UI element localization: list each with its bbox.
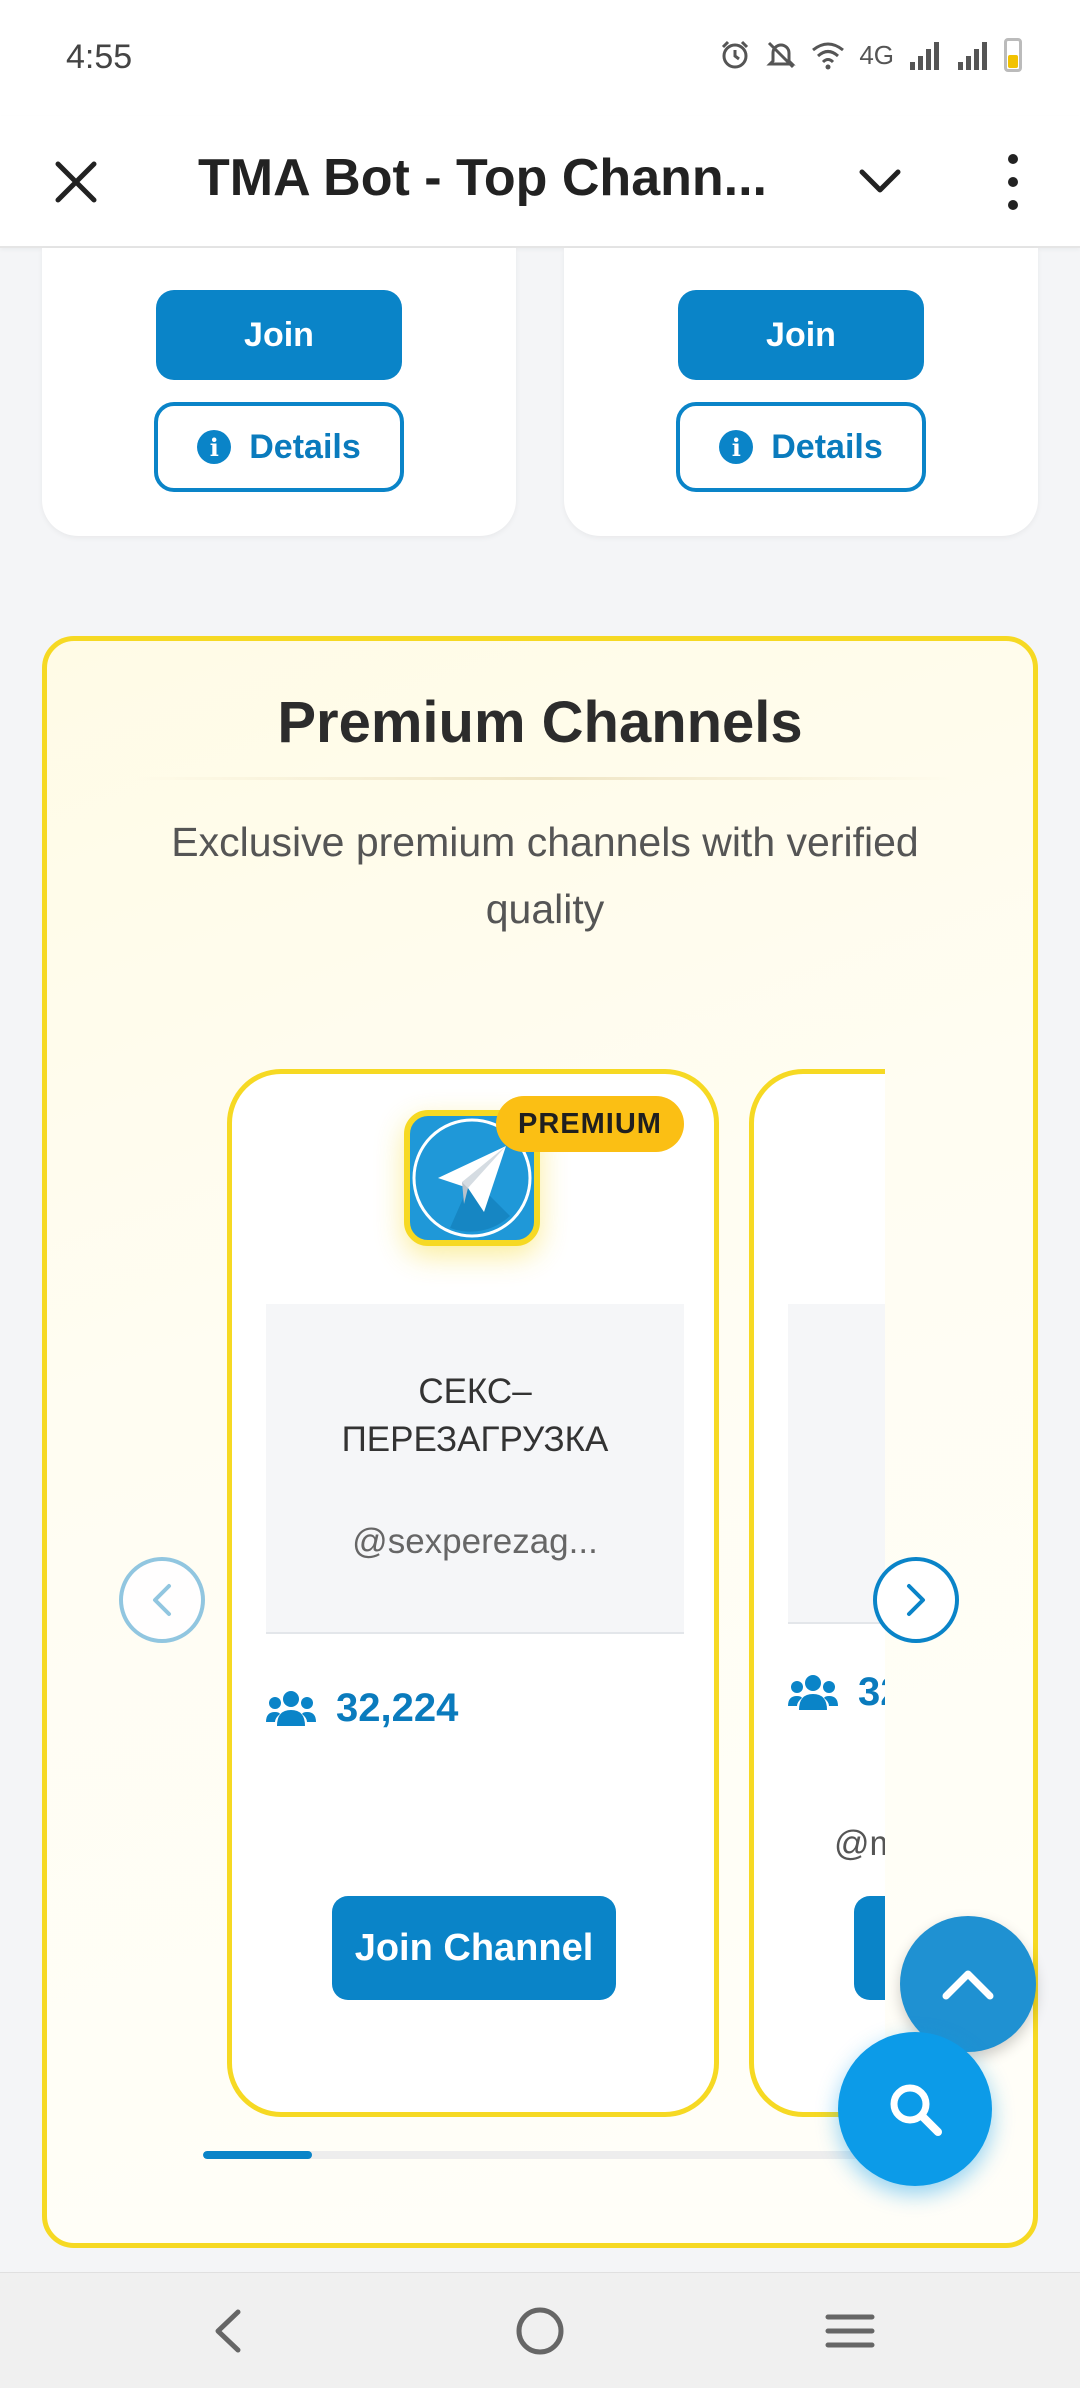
status-icons: 4G	[719, 38, 1022, 72]
signal-icon	[910, 42, 939, 70]
status-time: 4:55	[66, 38, 133, 76]
section-subtitle: Exclusive premium channels with verified…	[171, 819, 919, 932]
signal-icon	[958, 42, 987, 70]
premium-channel-card[interactable]: 32 @m J	[749, 1069, 885, 2117]
search-button[interactable]	[838, 2032, 992, 2186]
wifi-icon	[812, 42, 845, 70]
details-button[interactable]: i Details	[676, 402, 926, 492]
recents-icon	[825, 2314, 875, 2348]
carousel-progress	[203, 2151, 885, 2159]
carousel-prev-button[interactable]	[119, 1557, 205, 1643]
info-icon: i	[719, 430, 754, 464]
member-count: 32	[788, 1670, 885, 1715]
search-icon	[890, 2084, 942, 2136]
section-title: Premium Channels	[277, 690, 803, 755]
back-icon	[215, 2309, 241, 2353]
status-bar: 4:55 4G	[0, 0, 1080, 116]
channel-handle[interactable]: @sexperezag...	[286, 1522, 664, 1562]
details-label: Details	[249, 427, 361, 466]
members-count: 32	[858, 1670, 885, 1714]
channel-info	[788, 1304, 885, 1624]
system-navigation-bar	[0, 2272, 1080, 2388]
join-channel-button[interactable]: Join Channel	[332, 1896, 616, 2000]
channel-handle[interactable]: @m	[834, 1824, 885, 1864]
users-icon	[788, 1674, 838, 1710]
recents-button[interactable]	[820, 2301, 880, 2361]
more-vert-icon	[1008, 154, 1018, 164]
join-button[interactable]: Join	[678, 290, 924, 380]
back-button[interactable]	[198, 2301, 258, 2361]
premium-channels-section: Premium Channels Exclusive premium chann…	[42, 636, 1038, 2248]
details-button[interactable]: i Details	[154, 402, 404, 492]
carousel-next-button[interactable]	[873, 1557, 959, 1643]
network-type: 4G	[859, 39, 894, 70]
premium-badge: PREMIUM	[496, 1096, 684, 1152]
premium-channel-card[interactable]: PREMIUM СЕКС–ПЕРЕЗАГРУЗКА @sexperezag...…	[227, 1069, 719, 2117]
chevron-right-icon	[907, 1584, 925, 1616]
premium-carousel[interactable]: PREMIUM СЕКС–ПЕРЕЗАГРУЗКА @sexperezag...…	[203, 1061, 885, 2151]
alarm-icon	[722, 40, 749, 69]
divider	[135, 777, 955, 780]
member-count: 32,224	[266, 1686, 458, 1731]
join-button[interactable]: Join	[156, 290, 402, 380]
channel-card: Join i Details	[42, 248, 516, 536]
close-button[interactable]	[50, 152, 102, 212]
chevron-up-icon	[942, 1970, 994, 2000]
info-icon: i	[197, 430, 232, 464]
close-icon	[55, 161, 97, 203]
expand-button[interactable]	[856, 162, 904, 202]
chevron-left-icon	[153, 1584, 171, 1616]
home-icon	[516, 2307, 564, 2355]
members-count: 32,224	[336, 1686, 459, 1730]
join-channel-button[interactable]: J	[854, 1896, 885, 2000]
battery-icon	[1004, 38, 1022, 72]
more-options-button[interactable]	[996, 148, 1030, 216]
details-label: Details	[771, 427, 883, 466]
home-button[interactable]	[510, 2301, 570, 2361]
channel-name: СЕКС–ПЕРЕЗАГРУЗКА	[341, 1372, 609, 1459]
chevron-down-icon	[859, 169, 901, 193]
mute-icon	[766, 41, 796, 69]
channel-card: Join i Details	[564, 248, 1038, 536]
carousel-progress-fill	[203, 2151, 313, 2159]
page-title: TMA Bot - Top Chann...	[198, 149, 767, 207]
channel-info: СЕКС–ПЕРЕЗАГРУЗКА @sexperezag...	[266, 1304, 684, 1634]
users-icon	[266, 1690, 316, 1726]
app-bar: TMA Bot - Top Chann...	[0, 116, 1080, 248]
